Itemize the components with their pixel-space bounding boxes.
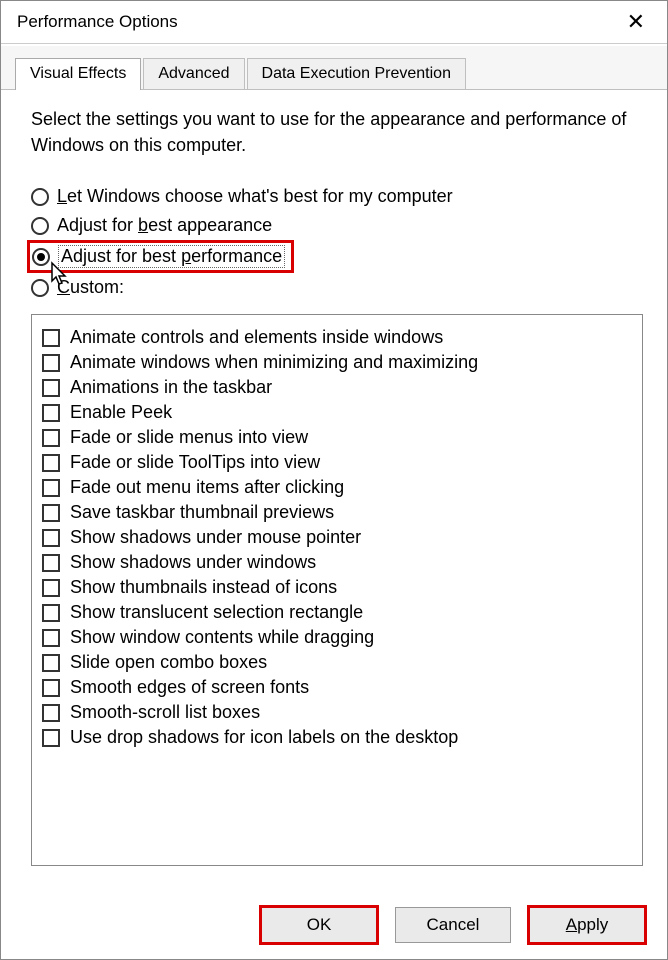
settings-radio-group: Let Windows choose what's best for my co… <box>31 182 643 302</box>
checkbox-label: Animate windows when minimizing and maxi… <box>70 352 478 373</box>
radio-best-performance[interactable]: Adjust for best performance <box>31 240 643 273</box>
checkbox-label: Animations in the taskbar <box>70 377 272 398</box>
checkbox-label: Smooth-scroll list boxes <box>70 702 260 723</box>
effects-checkbox-list: Animate controls and elements inside win… <box>31 314 643 866</box>
radio-label: Adjust for best appearance <box>57 215 272 236</box>
ok-button[interactable]: OK <box>261 907 377 943</box>
checkbox-label: Show window contents while dragging <box>70 627 374 648</box>
window-title: Performance Options <box>17 12 178 32</box>
checkbox-icon <box>42 554 60 572</box>
performance-options-dialog: Performance Options ✕ Visual Effects Adv… <box>0 0 668 960</box>
checkbox-row[interactable]: Animate windows when minimizing and maxi… <box>42 350 632 375</box>
checkbox-label: Fade or slide ToolTips into view <box>70 452 320 473</box>
visual-effects-panel: Select the settings you want to use for … <box>1 89 667 897</box>
checkbox-icon <box>42 579 60 597</box>
checkbox-row[interactable]: Use drop shadows for icon labels on the … <box>42 725 632 750</box>
checkbox-row[interactable]: Slide open combo boxes <box>42 650 632 675</box>
tab-dep[interactable]: Data Execution Prevention <box>247 58 466 89</box>
checkbox-icon <box>42 404 60 422</box>
checkbox-row[interactable]: Smooth edges of screen fonts <box>42 675 632 700</box>
tab-strip: Visual Effects Advanced Data Execution P… <box>1 46 667 89</box>
checkbox-icon <box>42 354 60 372</box>
checkbox-label: Use drop shadows for icon labels on the … <box>70 727 458 748</box>
checkbox-label: Enable Peek <box>70 402 172 423</box>
radio-label: Custom: <box>57 277 124 298</box>
checkbox-label: Show shadows under mouse pointer <box>70 527 361 548</box>
checkbox-icon <box>42 479 60 497</box>
checkbox-icon <box>42 654 60 672</box>
highlight-box: Adjust for best performance <box>27 240 294 273</box>
checkbox-label: Show shadows under windows <box>70 552 316 573</box>
checkbox-icon <box>42 679 60 697</box>
titlebar: Performance Options ✕ <box>1 1 667 44</box>
checkbox-icon <box>42 729 60 747</box>
checkbox-label: Save taskbar thumbnail previews <box>70 502 334 523</box>
checkbox-row[interactable]: Enable Peek <box>42 400 632 425</box>
radio-icon <box>31 217 49 235</box>
tab-advanced[interactable]: Advanced <box>143 58 244 89</box>
checkbox-icon <box>42 704 60 722</box>
apply-button[interactable]: Apply <box>529 907 645 943</box>
checkbox-row[interactable]: Fade out menu items after clicking <box>42 475 632 500</box>
radio-icon <box>31 279 49 297</box>
cancel-button[interactable]: Cancel <box>395 907 511 943</box>
checkbox-icon <box>42 429 60 447</box>
radio-best-appearance[interactable]: Adjust for best appearance <box>31 211 643 240</box>
checkbox-icon <box>42 604 60 622</box>
checkbox-icon <box>42 379 60 397</box>
checkbox-row[interactable]: Show thumbnails instead of icons <box>42 575 632 600</box>
checkbox-label: Fade out menu items after clicking <box>70 477 344 498</box>
checkbox-row[interactable]: Animations in the taskbar <box>42 375 632 400</box>
checkbox-row[interactable]: Fade or slide menus into view <box>42 425 632 450</box>
radio-custom[interactable]: Custom: <box>31 273 643 302</box>
checkbox-label: Slide open combo boxes <box>70 652 267 673</box>
checkbox-row[interactable]: Show shadows under windows <box>42 550 632 575</box>
radio-label: Adjust for best performance <box>58 245 285 268</box>
checkbox-row[interactable]: Show shadows under mouse pointer <box>42 525 632 550</box>
checkbox-label: Animate controls and elements inside win… <box>70 327 443 348</box>
checkbox-icon <box>42 454 60 472</box>
checkbox-row[interactable]: Smooth-scroll list boxes <box>42 700 632 725</box>
dialog-buttons: OK Cancel Apply <box>261 907 645 943</box>
checkbox-row[interactable]: Fade or slide ToolTips into view <box>42 450 632 475</box>
checkbox-row[interactable]: Show window contents while dragging <box>42 625 632 650</box>
radio-let-windows[interactable]: Let Windows choose what's best for my co… <box>31 182 643 211</box>
checkbox-label: Smooth edges of screen fonts <box>70 677 309 698</box>
radio-label: Let Windows choose what's best for my co… <box>57 186 453 207</box>
radio-icon <box>32 248 50 266</box>
checkbox-label: Show translucent selection rectangle <box>70 602 363 623</box>
checkbox-row[interactable]: Save taskbar thumbnail previews <box>42 500 632 525</box>
tab-visual-effects[interactable]: Visual Effects <box>15 58 141 90</box>
checkbox-icon <box>42 529 60 547</box>
checkbox-icon <box>42 504 60 522</box>
checkbox-label: Fade or slide menus into view <box>70 427 308 448</box>
checkbox-label: Show thumbnails instead of icons <box>70 577 337 598</box>
checkbox-icon <box>42 329 60 347</box>
checkbox-row[interactable]: Show translucent selection rectangle <box>42 600 632 625</box>
checkbox-icon <box>42 629 60 647</box>
close-button[interactable]: ✕ <box>619 9 653 35</box>
checkbox-row[interactable]: Animate controls and elements inside win… <box>42 325 632 350</box>
intro-text: Select the settings you want to use for … <box>31 106 643 158</box>
radio-icon <box>31 188 49 206</box>
